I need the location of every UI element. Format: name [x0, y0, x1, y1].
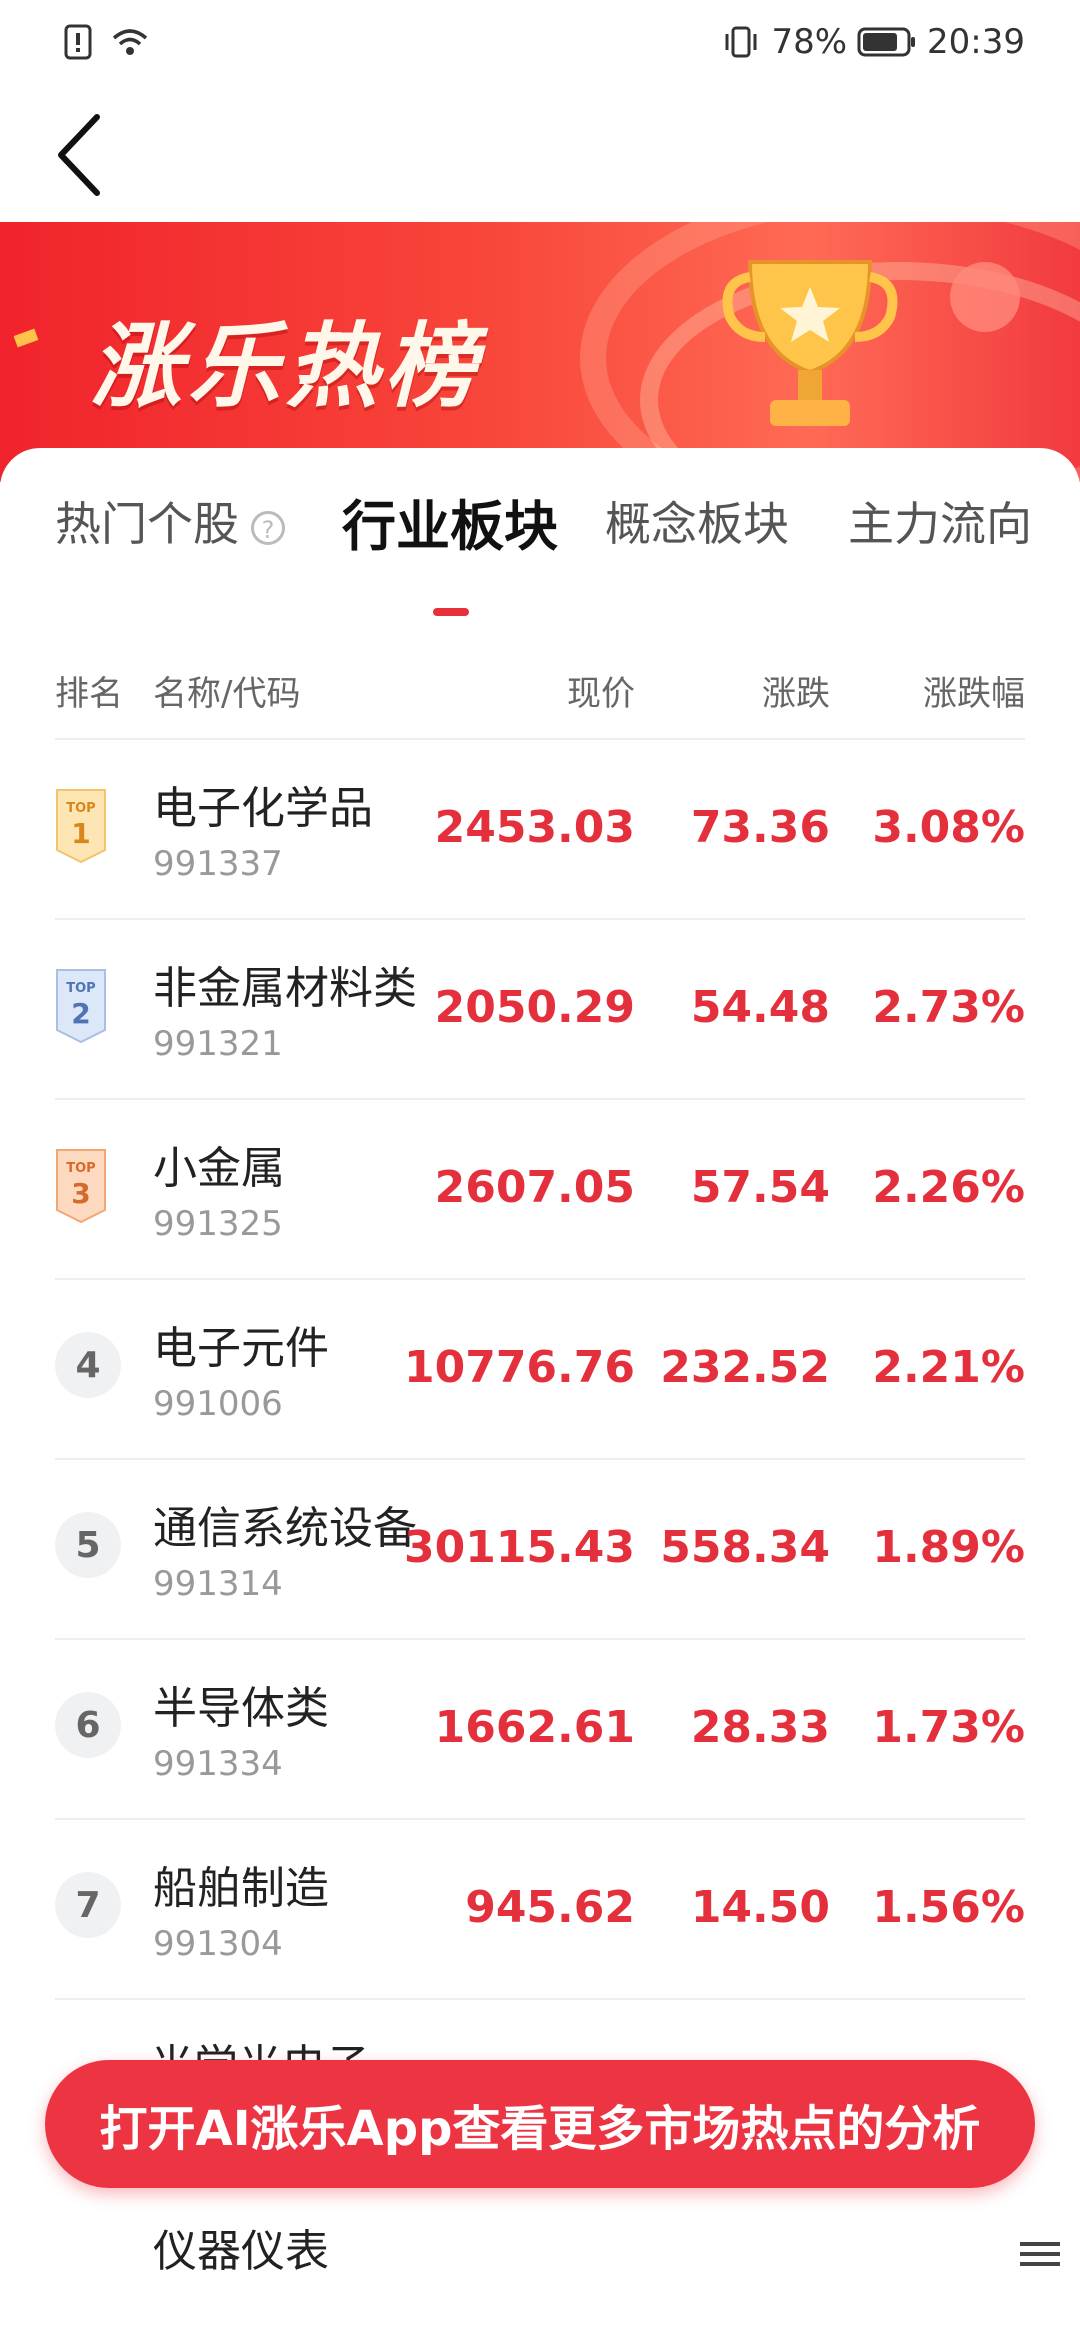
change: 232.52 [660, 1342, 830, 1393]
sector-code: 991325 [153, 1204, 283, 1244]
price: 10776.76 [403, 1342, 635, 1393]
open-app-button[interactable]: 打开AI涨乐App查看更多市场热点的分析 [45, 2060, 1035, 2188]
sector-name: 船舶制造 [153, 1863, 329, 1914]
partial-row-name: 仪器仪表 [153, 2226, 329, 2277]
change: 558.34 [660, 1522, 830, 1573]
top-badge-gold-icon: TOP 1 [56, 789, 106, 864]
banner: 涨乐热榜 [0, 222, 1080, 482]
rank-badge: 5 [55, 1512, 125, 1582]
sector-name: 电子元件 [153, 1323, 329, 1374]
sector-code: 991337 [153, 844, 283, 884]
badge-rank-number: 1 [71, 817, 90, 850]
header-change[interactable]: 涨跌 [762, 666, 830, 715]
price: 2607.05 [434, 1162, 635, 1213]
price: 2050.29 [434, 982, 635, 1033]
status-bar: 78% 20:39 [0, 0, 1080, 90]
badge-rank-number: 3 [71, 1177, 90, 1210]
change: 73.36 [690, 802, 830, 853]
help-icon[interactable]: ? [251, 510, 285, 545]
badge-top-label: TOP [66, 981, 95, 996]
trophy-icon [722, 260, 898, 426]
sector-code: 991006 [153, 1384, 283, 1424]
change-pct: 3.08% [872, 802, 1025, 853]
change-pct: 2.73% [872, 982, 1025, 1033]
table-row[interactable]: 7 船舶制造 991304 945.62 14.50 1.56% [55, 1818, 1025, 2000]
banner-title: 涨乐热榜 [90, 313, 483, 420]
change-pct: 1.73% [872, 1702, 1025, 1753]
header [0, 90, 1080, 220]
tab-industry-sector[interactable]: 行业板块 [342, 482, 558, 561]
table-row[interactable]: TOP 3 小金属 991325 2607.05 57.54 2.26% [55, 1098, 1025, 1280]
sector-name: 小金属 [153, 1143, 285, 1194]
top-badge-bronze-icon: TOP 3 [56, 1149, 106, 1224]
table-header: 排名 名称/代码 现价 涨跌 涨跌幅 [55, 666, 1025, 726]
badge-top-label: TOP [66, 1161, 95, 1176]
vibrate-icon [725, 26, 757, 58]
sector-code: 991334 [153, 1744, 283, 1784]
rank-badge: 7 [55, 1872, 125, 1942]
clock: 20:39 [927, 22, 1025, 62]
price: 30115.43 [403, 1522, 635, 1573]
price: 945.62 [465, 1882, 635, 1933]
change-pct: 2.21% [872, 1342, 1025, 1393]
sector-code: 991304 [153, 1924, 283, 1964]
tab-label: 热门个股 [55, 497, 239, 551]
table-row[interactable]: TOP 1 电子化学品 991337 2453.03 73.36 3.08% [55, 738, 1025, 920]
banner-confetti [13, 328, 39, 348]
tab-concept-sector[interactable]: 概念板块 [605, 488, 789, 554]
banner-decoration [950, 262, 1020, 332]
badge-top-label: TOP [66, 801, 95, 816]
rank-number: 6 [55, 1692, 121, 1758]
sim-alert-icon [64, 24, 92, 60]
table-row[interactable]: 6 半导体类 991334 1662.61 28.33 1.73% [55, 1638, 1025, 1820]
tab-bar: 热门个股? 行业板块 概念板块 主力流向 [0, 488, 1080, 616]
rank-number: 7 [55, 1872, 121, 1938]
change: 28.33 [690, 1702, 830, 1753]
change-pct: 1.56% [872, 1882, 1025, 1933]
change: 57.54 [690, 1162, 830, 1213]
tab-hot-stocks[interactable]: 热门个股? [55, 488, 285, 554]
header-price[interactable]: 现价 [567, 666, 635, 715]
change-pct: 1.89% [872, 1522, 1025, 1573]
sector-name: 电子化学品 [153, 783, 373, 834]
header-name-code: 名称/代码 [153, 674, 301, 714]
row-divider [55, 1998, 1025, 2010]
back-button[interactable] [45, 110, 115, 200]
active-tab-indicator [433, 608, 469, 616]
rank-badge: 6 [55, 1692, 125, 1762]
wifi-icon [112, 29, 148, 55]
rank-number: 5 [55, 1512, 121, 1578]
header-change-pct[interactable]: 涨跌幅 [923, 666, 1025, 715]
badge-rank-number: 2 [71, 997, 90, 1030]
rank-badge: TOP 2 [55, 969, 125, 1044]
battery-icon [857, 27, 916, 57]
table-row[interactable]: 5 通信系统设备 991314 30115.43 558.34 1.89% [55, 1458, 1025, 1640]
rank-badge: TOP 3 [55, 1149, 125, 1224]
rank-badge: TOP 1 [55, 789, 125, 864]
sector-name: 通信系统设备 [153, 1503, 417, 1554]
menu-icon[interactable] [1020, 2236, 1060, 2272]
top-badge-silver-icon: TOP 2 [56, 969, 106, 1044]
rank-badge: 4 [55, 1332, 125, 1402]
table-row[interactable]: TOP 2 非金属材料类 991321 2050.29 54.48 2.73% [55, 918, 1025, 1100]
rank-number: 4 [55, 1332, 121, 1398]
sector-name: 非金属材料类 [153, 963, 417, 1014]
sector-code: 991314 [153, 1564, 283, 1604]
sector-name: 半导体类 [153, 1683, 329, 1734]
change: 54.48 [690, 982, 830, 1033]
sector-code: 991321 [153, 1024, 283, 1064]
chevron-left-icon [58, 114, 100, 196]
battery-percent: 78% [771, 22, 848, 62]
price: 2453.03 [434, 802, 635, 853]
price: 1662.61 [434, 1702, 635, 1753]
table-row[interactable]: 4 电子元件 991006 10776.76 232.52 2.21% [55, 1278, 1025, 1460]
change-pct: 2.26% [872, 1162, 1025, 1213]
tab-main-capital-flow[interactable]: 主力流向 [848, 488, 1032, 554]
change: 14.50 [690, 1882, 830, 1933]
header-rank: 排名 [55, 674, 123, 714]
